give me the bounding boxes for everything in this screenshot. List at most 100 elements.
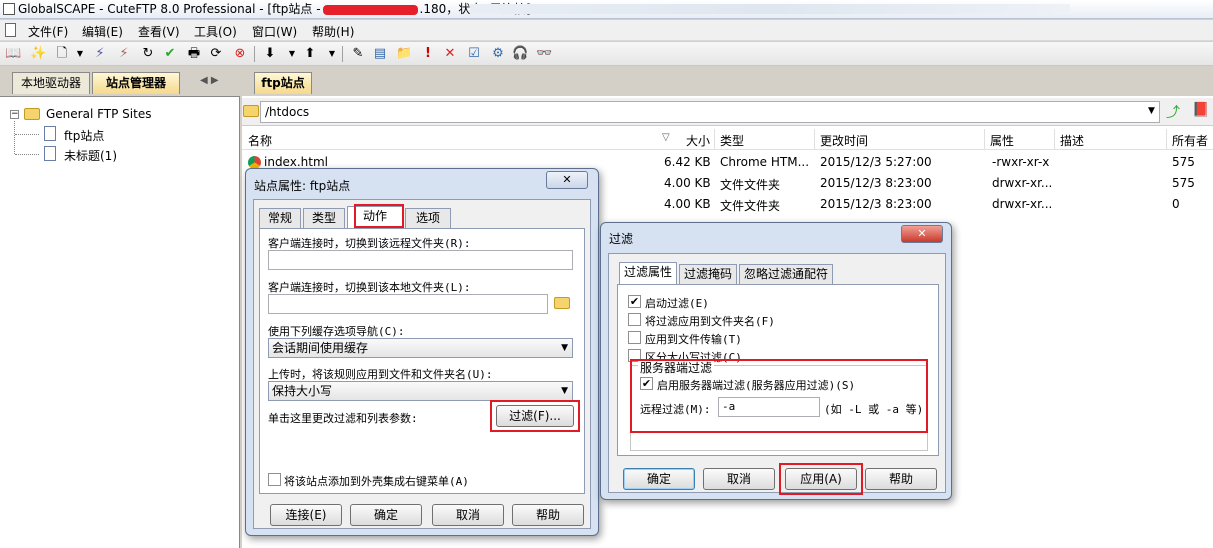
properties-icon[interactable]: ☑ [466,46,482,62]
view-icon[interactable]: ▤ [372,46,388,62]
folder-icon [24,108,40,120]
cancel-button[interactable]: 取消 [432,504,504,526]
left-pane-tabs: 本地驱动器 站点管理器 ◀ ▶ [0,68,240,94]
menu-file[interactable]: 文件(F) [28,23,68,40]
column-divider[interactable] [1054,129,1055,150]
up-folder-icon[interactable]: ⤴ [1166,102,1180,122]
binoculars-icon[interactable]: 👓 [536,46,552,62]
path-dropdown-icon[interactable]: ▼ [1148,106,1155,116]
help-button[interactable]: 帮助 [512,504,584,526]
tab-local-drives[interactable]: 本地驱动器 [12,72,90,94]
site-icon [44,146,56,161]
toolbar-separator [342,46,343,62]
close-icon[interactable]: ✕ [546,171,588,189]
title-bar: GlobalSCAPE - CuteFTP 8.0 Professional -… [0,0,1213,19]
cache-select[interactable]: 会话期间使用缓存 ▼ [268,338,573,358]
refresh-icon[interactable]: ⟳ [208,46,224,62]
menu-edit[interactable]: 编辑(E) [82,23,123,40]
close-icon[interactable]: ✕ [901,225,943,243]
menu-view[interactable]: 查看(V) [138,23,180,40]
highlight-box [354,204,404,228]
settings-icon[interactable]: ⚙ [490,46,506,62]
dialog-body: 常规 类型 动作 选项 客户端连接时，切换到该远程文件夹(R): 客户端连接时，… [253,199,591,529]
column-size[interactable]: 大小 [686,132,710,149]
apply-folders-checkbox[interactable] [628,313,641,326]
connect-icon[interactable]: ⚡ [92,46,108,62]
path-input[interactable]: /htdocs [260,101,1160,123]
column-divider[interactable] [714,129,715,150]
tab-filter-mask[interactable]: 过滤掩码 [679,264,737,284]
tree-item-untitled[interactable]: 未标题(1) [64,147,117,164]
headphones-icon[interactable]: 🎧 [512,46,528,62]
dropdown-arrow-icon[interactable]: ▼ [324,46,340,62]
cancel-button[interactable]: 取消 [703,468,775,490]
print-icon[interactable]: 🖶 [186,46,202,62]
connect-button[interactable]: 连接(E) [270,504,342,526]
column-desc[interactable]: 描述 [1060,132,1084,149]
wizard-icon[interactable]: ✨ [30,46,46,62]
open-book-icon[interactable]: 📖 [5,46,21,62]
tab-filter-properties[interactable]: 过滤属性 [619,262,677,284]
tab-scroll-arrows[interactable]: ◀ ▶ [200,75,219,86]
apply-transfer-checkbox[interactable] [628,331,641,344]
help-button[interactable]: 帮助 [865,468,937,490]
tree-root-label[interactable]: General FTP Sites [46,107,151,121]
file-attrs: drwxr-xr... [992,176,1053,190]
browse-folder-icon[interactable] [554,297,570,309]
column-owner[interactable]: 所有者 [1172,132,1208,149]
disconnect-icon[interactable]: ⚡ [116,46,132,62]
column-divider[interactable] [1166,129,1167,150]
file-type: Chrome HTM... [720,155,810,169]
column-divider[interactable] [984,129,985,150]
ok-button[interactable]: 确定 [623,468,695,490]
column-divider[interactable] [814,129,815,150]
edit-icon[interactable]: ✎ [350,46,366,62]
menu-bar: 文件(F) 编辑(E) 查看(V) 工具(O) 窗口(W) 帮助(H) [0,20,1213,41]
tab-site-manager[interactable]: 站点管理器 [92,72,180,94]
menu-window[interactable]: 窗口(W) [252,23,297,40]
chevron-down-icon: ▼ [561,386,568,396]
reconnect-icon[interactable]: ↻ [140,46,156,62]
remote-folder-label: 客户端连接时，切换到该远程文件夹(R): [268,237,471,250]
toolbar-separator [254,46,255,62]
enable-filter-label: 启动过滤(E) [645,297,709,310]
stop-icon[interactable]: ⊗ [232,46,248,62]
local-folder-input[interactable] [268,294,548,314]
tab-options[interactable]: 选项 [405,208,451,228]
tab-ignore-wildcards[interactable]: 忽略过滤通配符 [739,264,833,284]
column-modified[interactable]: 更改时间 [820,132,868,149]
download-icon[interactable]: ⬇ [262,46,278,62]
shell-checkbox[interactable] [268,473,281,486]
enable-filter-checkbox[interactable]: ✔ [628,295,641,308]
upload-icon[interactable]: ⬆ [302,46,318,62]
file-modified: 2015/12/3 5:27:00 [820,155,932,169]
delete-icon[interactable]: ✕ [442,46,458,62]
exclamation-icon[interactable]: ! [420,46,436,62]
tab-ftp-site[interactable]: ftp站点 [254,72,312,94]
site-tree: − General FTP Sites ftp站点 未标题(1) [0,96,240,548]
tab-general[interactable]: 常规 [259,208,301,228]
column-type[interactable]: 类型 [720,132,744,149]
file-owner: 575 [1172,155,1195,169]
tab-type[interactable]: 类型 [303,208,345,228]
new-folder-icon[interactable]: 📁 [396,46,412,62]
dropdown-arrow-icon[interactable]: ▼ [284,46,300,62]
quick-connect-icon[interactable]: ✔ [162,46,178,62]
collapse-icon[interactable]: − [10,110,19,119]
file-size: 4.00 KB [664,176,711,190]
dropdown-arrow-icon[interactable]: ▼ [72,46,88,62]
menu-tools[interactable]: 工具(O) [194,23,237,40]
upload-rule-select[interactable]: 保持大小写 ▼ [268,381,573,401]
tree-item-ftp-site[interactable]: ftp站点 [64,127,104,144]
bookmark-icon[interactable]: 📕 [1192,102,1209,118]
remote-folder-input[interactable] [268,250,573,270]
file-name: index.html [264,155,328,169]
tree-line [15,134,39,135]
file-size: 6.42 KB [664,155,711,169]
column-attrs[interactable]: 属性 [990,132,1014,149]
new-site-icon[interactable]: 🗋 [54,46,70,62]
column-name[interactable]: 名称 [248,132,272,149]
ok-button[interactable]: 确定 [350,504,422,526]
menu-help[interactable]: 帮助(H) [312,23,354,40]
file-owner: 0 [1172,197,1180,211]
